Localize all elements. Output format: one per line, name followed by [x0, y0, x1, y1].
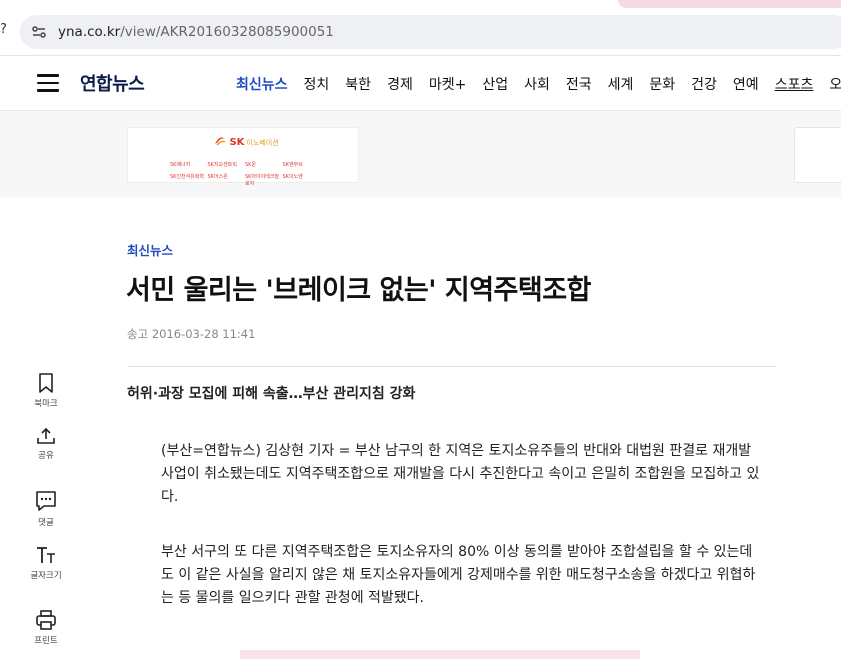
- sk-innovation-ad[interactable]: SK 이노베이션 SK에너지 SK지오센트릭 SK온 SK엔무브 SK인천석유화학…: [127, 127, 359, 187]
- ad-link[interactable]: SK온: [245, 161, 283, 168]
- share-label: 공유: [38, 451, 54, 461]
- comment-label: 댓글: [38, 518, 54, 528]
- bookmark-icon: [39, 373, 53, 393]
- window-edge-glyph: ?: [0, 22, 7, 37]
- sk-logo-icon: [215, 137, 226, 146]
- comment-icon: [36, 491, 56, 511]
- nav-item-economy[interactable]: 경제: [387, 74, 413, 94]
- nav-item-health[interactable]: 건강: [691, 74, 717, 94]
- bottom-ad-edge: [240, 650, 640, 659]
- ad-band: SK 이노베이션 SK에너지 SK지오센트릭 SK온 SK엔무브 SK인천석유화학…: [0, 111, 841, 197]
- url-text[interactable]: yna.co.kr/view/AKR20160328085900051: [58, 24, 334, 40]
- address-bar[interactable]: yna.co.kr/view/AKR20160328085900051: [20, 15, 841, 49]
- site-logo[interactable]: 연합뉴스: [80, 70, 145, 96]
- ad-links: SK에너지 SK지오센트릭 SK온 SK엔무브 SK인천석유화학 SK어스온 S…: [170, 161, 320, 187]
- site-header: 연합뉴스 최신뉴스 정치 북한 경제 마켓+ 산업 사회 전국 세계 문화 건강…: [0, 55, 841, 111]
- menu-icon[interactable]: [37, 74, 59, 92]
- nav-item-politics[interactable]: 정치: [304, 74, 330, 94]
- ad-brand: SK 이노베이션: [214, 136, 279, 148]
- bookmark-label: 북마크: [34, 399, 58, 409]
- share-button[interactable]: 공유: [24, 427, 68, 461]
- print-label: 프린트: [34, 636, 58, 646]
- tab-strip: [0, 0, 841, 12]
- nav-item-nation[interactable]: 전국: [566, 74, 592, 94]
- ad-link[interactable]: SK아이이테크놀로지: [245, 173, 283, 187]
- font-size-icon: [37, 547, 55, 563]
- nav-item-market[interactable]: 마켓+: [429, 74, 467, 94]
- article-dateline: 송고 2016-03-28 11:41: [127, 327, 256, 341]
- nav-item-culture[interactable]: 문화: [649, 74, 675, 94]
- font-size-label: 글자크기: [30, 571, 62, 581]
- url-path: /view/AKR20160328085900051: [120, 24, 334, 40]
- article-headline: 서민 울리는 '브레이크 없는' 지역주택조합: [126, 275, 591, 306]
- site-info-icon[interactable]: [28, 21, 50, 43]
- comment-button[interactable]: 댓글: [24, 490, 68, 528]
- share-icon: [37, 427, 55, 444]
- font-size-button[interactable]: 글자크기: [24, 545, 68, 581]
- divider: [127, 366, 776, 367]
- ad-link[interactable]: SK에너지: [170, 161, 208, 168]
- url-host: yna.co.kr: [58, 24, 121, 40]
- article-paragraph: (부산=연합뉴스) 김상현 기자 = 부산 남구의 한 지역은 토지소유주들의 …: [161, 443, 760, 505]
- nav-item-society[interactable]: 사회: [524, 74, 550, 94]
- ad-link[interactable]: SK엔무브: [283, 161, 321, 168]
- active-tab-edge[interactable]: [618, 0, 841, 8]
- printer-icon: [36, 610, 56, 630]
- ad-link[interactable]: SK인천석유화학: [170, 173, 208, 187]
- ad-link[interactable]: SK이노엔: [283, 173, 321, 187]
- ad-link[interactable]: SK지오센트릭: [208, 161, 246, 168]
- nav-item-north-korea[interactable]: 북한: [345, 74, 371, 94]
- article-paragraph: 부산 서구의 또 다른 지역주택조합은 토지소유자의 80% 이상 동의를 받아…: [161, 544, 756, 606]
- nav-item-entertainment[interactable]: 연예: [733, 74, 759, 94]
- nav-item-opinion[interactable]: 오피니: [829, 74, 841, 94]
- nav-item-industry[interactable]: 산업: [482, 74, 508, 94]
- main-nav: 최신뉴스 정치 북한 경제 마켓+ 산업 사회 전국 세계 문화 건강 연예 스…: [236, 74, 841, 94]
- nav-item-sports[interactable]: 스포츠: [775, 74, 814, 94]
- ad-link[interactable]: SK어스온: [208, 173, 246, 187]
- side-ad-box[interactable]: [794, 127, 841, 183]
- section-label[interactable]: 최신뉴스: [127, 240, 173, 259]
- bookmark-button[interactable]: 북마크: [24, 373, 68, 409]
- nav-item-latest[interactable]: 최신뉴스: [236, 74, 288, 94]
- article-subtitle: 허위·과장 모집에 피해 속출…부산 관리지침 강화: [127, 386, 416, 402]
- print-button[interactable]: 프린트: [24, 610, 68, 646]
- nav-item-world[interactable]: 세계: [608, 74, 634, 94]
